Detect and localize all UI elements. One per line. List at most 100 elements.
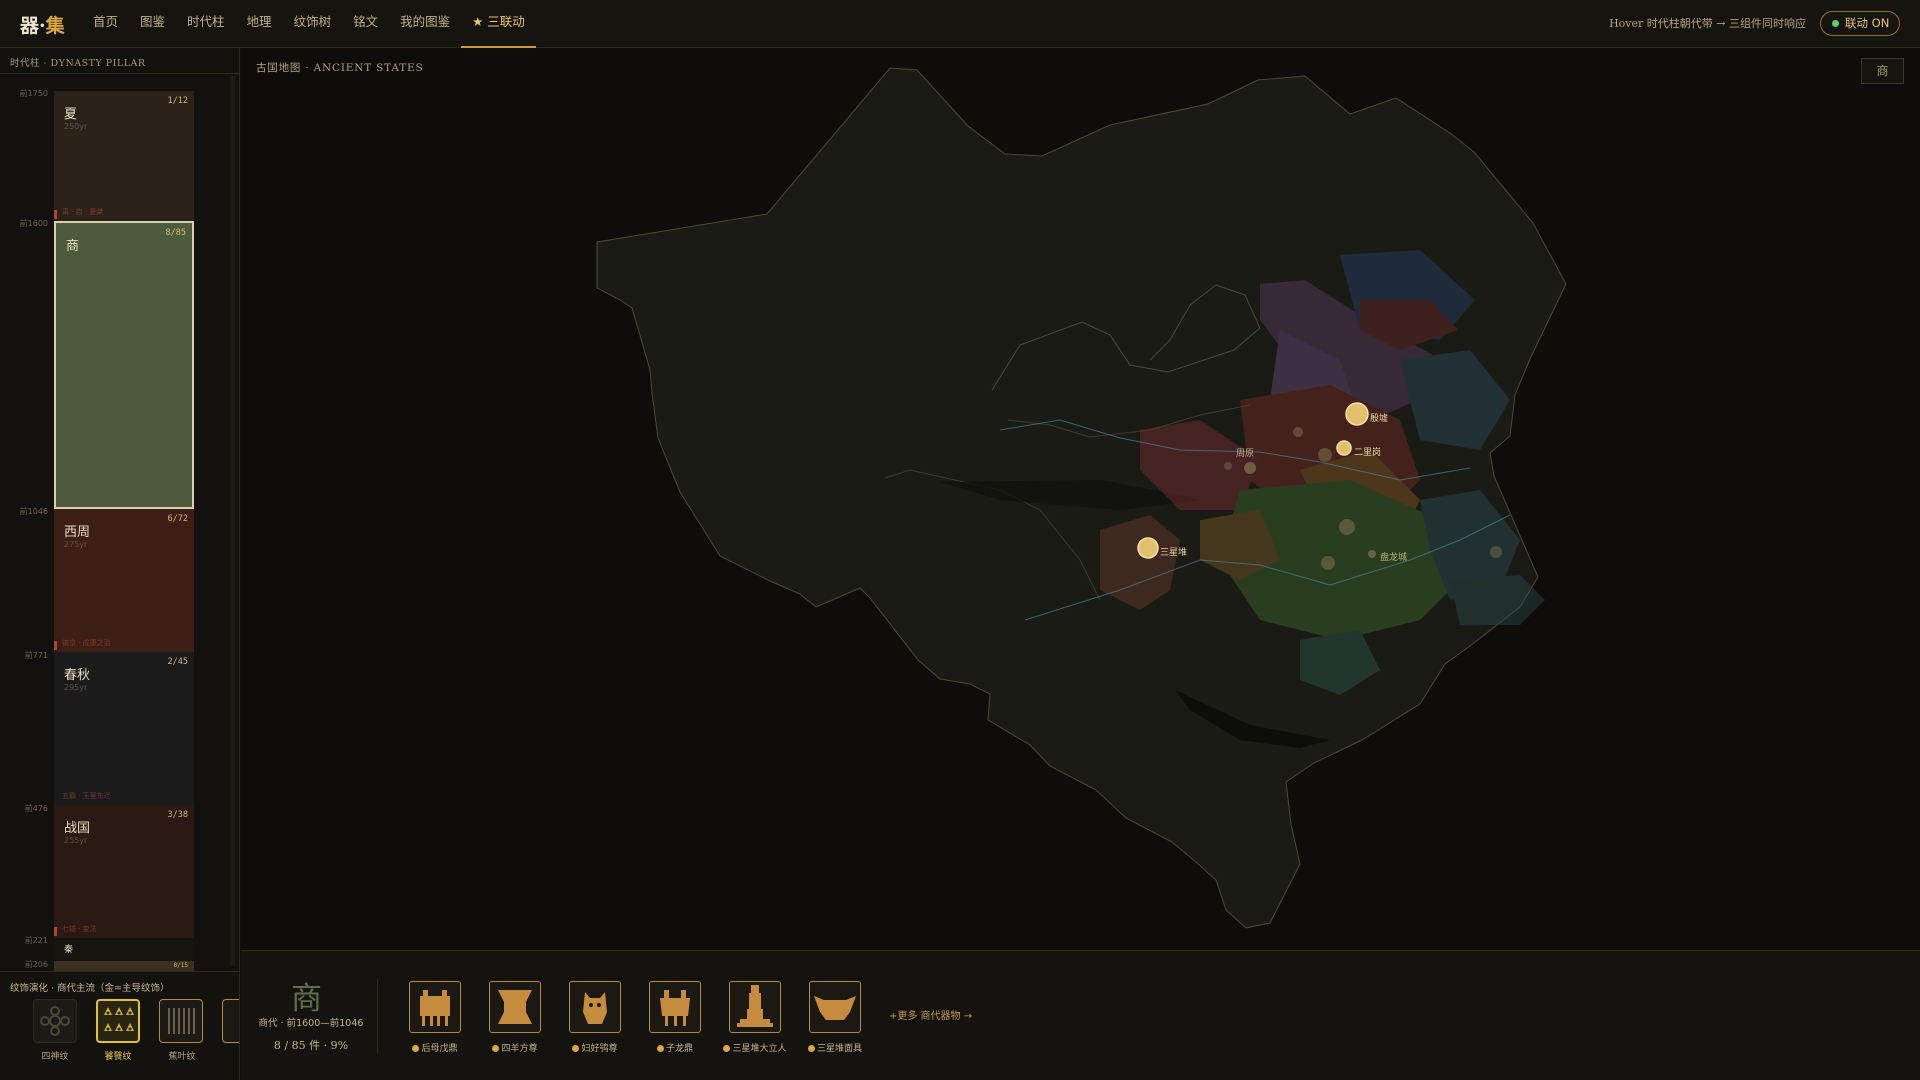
artifact-sanxingdui-standing-figure[interactable] <box>729 981 781 1033</box>
stats-text: / 85 件 · 9% <box>280 1039 349 1052</box>
dynasty-name: 夏 <box>64 107 78 122</box>
year-marker: 前476 <box>24 804 48 813</box>
year-marker: 前1750 <box>19 89 48 98</box>
year-marker: 前1600 <box>19 219 48 228</box>
sidebar-scrollbar[interactable] <box>230 76 235 966</box>
ornament-taotie[interactable] <box>96 999 140 1043</box>
ancient-states-map[interactable]: 殷墟 二里岗 三星堆 周原 盘龙城 古国地图 · ANCIENT STATES … <box>241 48 1920 950</box>
dynasty-band-shang[interactable]: 商 8/85 <box>54 221 194 509</box>
more-artifacts-link[interactable]: +更多 商代器物 → <box>889 1007 972 1022</box>
nav-ornament-tree[interactable]: 纹饰树 <box>283 0 343 48</box>
artifact-label-text: 后母戊鼎 <box>421 1044 458 1054</box>
dynasty-count: 6/72 <box>167 514 188 524</box>
dot-icon <box>492 1045 500 1052</box>
dynasty-char: 商 <box>291 981 322 1017</box>
four-gods-icon <box>40 1006 70 1036</box>
site-label: 周原 <box>1236 448 1254 459</box>
app-logo[interactable]: 器·集 <box>20 11 65 38</box>
dot-icon <box>572 1045 580 1052</box>
ding-icon <box>660 990 690 1026</box>
ding-icon <box>420 990 450 1026</box>
minor-site[interactable] <box>1490 546 1502 558</box>
artifact-label: 三星堆面具 <box>785 1041 885 1054</box>
artifact-siyang-fangzun[interactable] <box>489 981 541 1033</box>
minor-site[interactable] <box>1224 462 1232 470</box>
dynasty-tag: 七雄 · 变法 <box>62 925 97 933</box>
dynasty-tag: 五霸 · 王室东迁 <box>62 792 111 800</box>
dynasty-band-western-zhou[interactable]: 西周 275yr 6/72 镐京 · 成康之治 <box>54 509 194 652</box>
mask-icon <box>814 996 856 1020</box>
artifact-label-text: 三星堆大立人 <box>732 1044 787 1054</box>
dynasty-count: 8/85 <box>165 228 186 238</box>
artifact-label-text: 妇好鸮尊 <box>581 1044 618 1054</box>
dynasty-name: 春秋 <box>64 668 91 683</box>
dynasty-marker <box>54 641 57 650</box>
site-label: 殷墟 <box>1370 412 1388 424</box>
nav-triple-link[interactable]: ★ 三联动 <box>461 0 536 48</box>
minor-site[interactable] <box>1293 427 1303 437</box>
nav-timeline[interactable]: 时代柱 <box>176 0 236 48</box>
plantain-leaf-icon <box>168 1008 195 1034</box>
site-label: 三星堆 <box>1160 547 1187 558</box>
map-dynasty-badge[interactable]: 商 <box>1861 58 1904 84</box>
dynasty-span: 250yr <box>64 122 88 131</box>
main-nav: 首页 图鉴 时代柱 地理 纹饰树 铭文 我的图鉴 ★ 三联动 <box>82 0 536 48</box>
ornament-evolution-panel: 纹饰演化 · 商代主流（金=主导纹饰） 四神纹 饕餮纹 蕉叶纹 <box>0 971 240 1080</box>
figure-icon <box>737 985 773 1027</box>
nav-inscriptions[interactable]: 铭文 <box>342 0 389 48</box>
nav-my-catalog[interactable]: 我的图鉴 <box>389 0 461 48</box>
ornament-label: 四神纹 <box>41 1052 69 1062</box>
link-toggle-button[interactable]: 联动 ON <box>1820 11 1900 36</box>
dynasty-marker <box>54 210 57 219</box>
dynasty-band-xia[interactable]: 夏 250yr 1/12 禹 · 启 · 夏桀 <box>54 91 194 221</box>
dot-icon <box>656 1045 664 1052</box>
artifact-label-text: 三星堆面具 <box>816 1044 862 1054</box>
dynasty-band-warring-states[interactable]: 战国 255yr 3/38 七雄 · 变法 <box>54 805 194 938</box>
dynasty-band-han[interactable]: 0/15 <box>54 961 194 971</box>
artifact-label-text: 子龙鼎 <box>665 1044 693 1054</box>
year-marker: 前206 <box>24 960 48 969</box>
dynasty-span: 275yr <box>64 540 88 549</box>
dynasty-band-spring-autumn[interactable]: 春秋 295yr 2/45 五霸 · 王室东迁 <box>54 652 194 805</box>
nav-catalog[interactable]: 图鉴 <box>129 0 176 48</box>
divider <box>377 979 378 1054</box>
dynasty-detail-panel: 商 商代 · 前1600—前1046 8 / 85 件 · 9% 后母戊鼎 四羊… <box>241 950 1920 1080</box>
artifact-fuhao-owl-zun[interactable] <box>569 981 621 1033</box>
minor-site[interactable] <box>1318 448 1332 462</box>
top-bar: 器·集 首页 图鉴 时代柱 地理 纹饰树 铭文 我的图鉴 ★ 三联动 Hover… <box>0 0 1920 48</box>
minor-site[interactable] <box>1339 519 1355 535</box>
stats-found: 8 <box>273 1039 281 1052</box>
dynasty-pillar-title: 时代柱 · DYNASTY PILLAR <box>10 58 146 69</box>
artifact-houmuwu-ding[interactable] <box>409 981 461 1033</box>
dynasty-count: 0/15 <box>173 962 188 969</box>
collection-stats: 8 / 85 件 · 9% <box>255 1037 367 1053</box>
dynasty-span: 295yr <box>64 683 88 692</box>
ornament-title: 纹饰演化 · 商代主流（金=主导纹饰） <box>10 983 170 994</box>
site-label: 二里岗 <box>1354 447 1381 458</box>
site-label: 盘龙城 <box>1380 551 1407 563</box>
ornament-next-partial[interactable] <box>222 999 239 1043</box>
dynasty-marker <box>54 927 57 936</box>
minor-site[interactable] <box>1321 556 1335 570</box>
year-marker: 前771 <box>24 651 48 660</box>
dynasty-span: 255yr <box>64 836 88 845</box>
dynasty-name: 西周 <box>64 525 91 540</box>
dynasty-band-qin[interactable]: 秦 <box>54 938 194 961</box>
artifact-zilong-ding[interactable] <box>649 981 701 1033</box>
artifact-sanxingdui-mask[interactable] <box>809 981 861 1033</box>
nav-home[interactable]: 首页 <box>82 0 129 48</box>
map-title: 古国地图 · ANCIENT STATES <box>256 62 424 74</box>
ornament-four-gods[interactable] <box>33 999 77 1043</box>
year-marker: 前221 <box>24 936 48 945</box>
dot-icon <box>412 1045 420 1052</box>
dot-icon <box>807 1045 815 1052</box>
year-marker: 前1046 <box>19 507 48 516</box>
ornament-plantain-leaf[interactable] <box>159 999 203 1043</box>
logo-main: 器· <box>20 15 46 37</box>
ornament-label: 饕餮纹 <box>104 1052 132 1062</box>
dynasty-name: 秦 <box>64 945 74 955</box>
nav-geography[interactable]: 地理 <box>236 0 283 48</box>
dynasty-count: 1/12 <box>167 96 188 106</box>
taotie-icon <box>104 1007 134 1031</box>
dynasty-pillar-panel: 时代柱 · DYNASTY PILLAR 前1750 前1600 前1046 前… <box>0 48 240 971</box>
